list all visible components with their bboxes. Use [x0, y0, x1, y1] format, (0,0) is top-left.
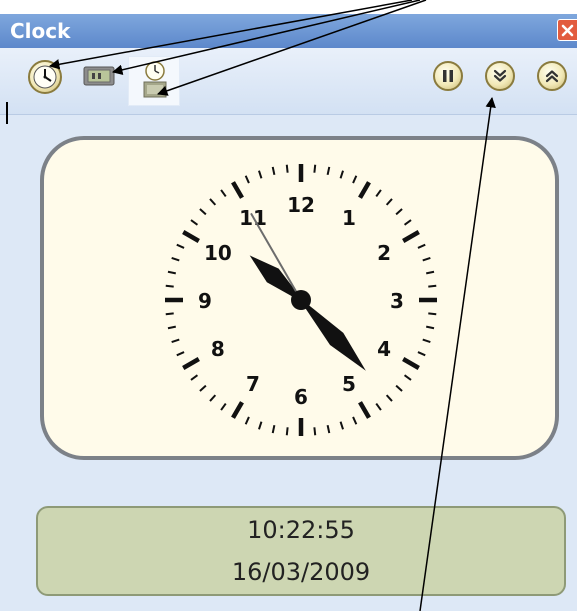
minute-tick [199, 208, 207, 216]
minute-tick [403, 374, 412, 381]
minute-tick [403, 219, 412, 226]
minute-tick [375, 189, 382, 198]
title-bar[interactable]: Clock [0, 14, 577, 48]
digital-view-button[interactable] [83, 66, 115, 86]
minute-tick [395, 208, 403, 216]
minute-tick [285, 164, 289, 173]
minute-tick [375, 402, 382, 411]
minute-tick [326, 424, 331, 434]
minute-tick [258, 421, 263, 430]
minute-tick [190, 374, 199, 381]
window-title: Clock [10, 19, 71, 43]
time-display: 10:22:55 [247, 516, 355, 544]
minute-tick [326, 166, 331, 176]
hour-tick [231, 401, 244, 419]
minute-tick [171, 257, 180, 262]
minute-tick [209, 198, 217, 206]
clock-numeral: 7 [246, 372, 260, 396]
minute-tick [244, 175, 250, 184]
minute-tick [220, 189, 227, 198]
chevron-down-icon [493, 69, 507, 82]
close-button[interactable] [557, 19, 577, 41]
clock-numeral: 5 [342, 372, 356, 396]
expand-button[interactable] [485, 61, 515, 91]
minute-tick [428, 312, 437, 316]
minute-tick [339, 170, 344, 179]
minute-tick [271, 166, 276, 176]
clock-numeral: 10 [204, 241, 232, 265]
minute-tick [428, 284, 437, 288]
close-icon [561, 24, 574, 37]
clock-numeral: 3 [390, 289, 404, 313]
analog-view-button[interactable] [28, 60, 62, 94]
minute-tick [167, 325, 177, 330]
clock-calendar-view-button[interactable] [140, 60, 170, 100]
window-edge-mark [6, 102, 8, 124]
analog-clock-face: 121234567891011 [165, 164, 437, 436]
minute-tick [165, 312, 174, 316]
hour-tick [182, 357, 200, 370]
clock-numeral: 2 [377, 241, 391, 265]
minute-tick [176, 351, 185, 357]
pause-button[interactable] [433, 61, 463, 91]
clock-numeral: 4 [377, 337, 391, 361]
minute-tick [258, 170, 263, 179]
hour-tick [231, 181, 244, 199]
clock-numeral: 12 [287, 193, 315, 217]
clock-numeral: 8 [211, 337, 225, 361]
minute-tick [176, 243, 185, 249]
minute-tick [199, 384, 207, 392]
minute-tick [422, 338, 431, 343]
minute-tick [220, 402, 227, 411]
hour-tick [358, 181, 371, 199]
digital-clock-icon [83, 66, 115, 86]
minute-tick [209, 394, 217, 402]
minute-tick [352, 416, 358, 425]
minute-tick [313, 164, 317, 173]
analog-clock-icon [33, 65, 57, 89]
minute-tick [425, 270, 435, 275]
minute-tick [244, 416, 250, 425]
hour-tick [402, 357, 420, 370]
clock-center-pin [291, 290, 311, 310]
minute-tick [417, 243, 426, 249]
minute-tick [422, 257, 431, 262]
collapse-button[interactable] [537, 61, 567, 91]
hour-tick [358, 401, 371, 419]
minute-tick [165, 284, 174, 288]
minute-tick [385, 198, 393, 206]
minute-tick [339, 421, 344, 430]
minute-tick [167, 270, 177, 275]
minute-tick [271, 424, 276, 434]
minute-tick [352, 175, 358, 184]
minute-tick [417, 351, 426, 357]
minute-tick [313, 427, 317, 436]
minute-tick [395, 384, 403, 392]
minute-tick [171, 338, 180, 343]
digital-readout-panel: 10:22:55 16/03/2009 [36, 506, 566, 596]
minute-tick [190, 219, 199, 226]
clock-numeral: 1 [342, 206, 356, 230]
analog-clock-panel: 121234567891011 [40, 136, 559, 460]
minute-tick [425, 325, 435, 330]
minute-tick [285, 427, 289, 436]
hour-tick [182, 230, 200, 243]
minute-tick [385, 394, 393, 402]
hour-tick [402, 230, 420, 243]
pause-icon [443, 70, 453, 82]
clock-calendar-icon [143, 61, 167, 98]
clock-numeral: 6 [294, 385, 308, 409]
date-display: 16/03/2009 [231, 558, 371, 586]
clock-numeral: 9 [198, 289, 212, 313]
chevron-up-icon [545, 70, 559, 83]
